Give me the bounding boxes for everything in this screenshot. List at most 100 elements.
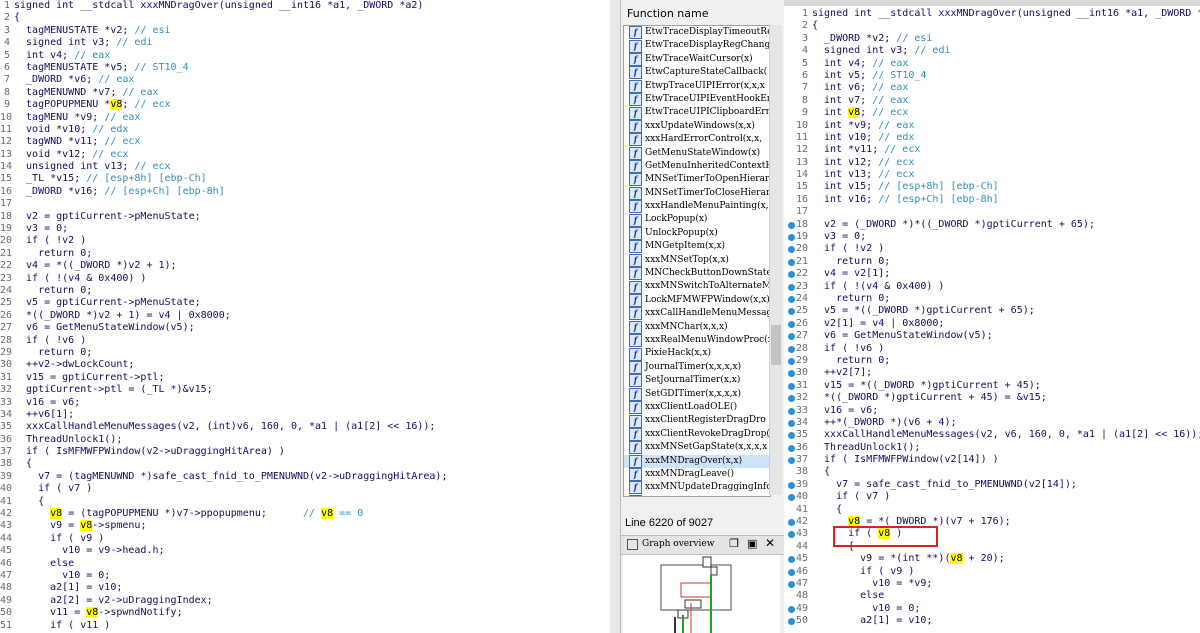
right-code-line[interactable]: 1 signed int __stdcall xxxMNDragOver(unsi… [784, 8, 1200, 20]
left-code-line[interactable]: 29 return 0; [0, 347, 610, 359]
right-code-line[interactable]: 13 int v12; // ecx [784, 157, 1200, 169]
left-code-line[interactable]: 35 xxxCallHandleMenuMessages(v2, (int)v6… [0, 421, 610, 433]
function-list-item[interactable]: f xxxMNDragOver(x,x) [624, 454, 770, 468]
left-code-line[interactable]: 48 a2[1] = v10; [0, 582, 610, 594]
function-list-item[interactable]: f xxxHandleMenuPainting(x, [624, 200, 770, 214]
function-list-item[interactable]: f EtwTraceDisplayRegChange [624, 39, 770, 53]
scrollbar-thumb[interactable] [771, 325, 781, 365]
left-code-line[interactable]: 25 v5 = gptiCurrent->pMenuState; [0, 297, 610, 309]
breakpoint-dot-icon[interactable] [788, 605, 795, 613]
left-code-line[interactable]: 38 { [0, 458, 610, 470]
left-code-line[interactable]: 7 _DWORD *v6; // eax [0, 74, 610, 86]
right-code-line[interactable]: 27 v6 = GetMenuStateWindow(v5); [784, 330, 1200, 342]
right-code-line[interactable]: 32 *((_DWORD *)gptiCurrent + 45) = &v15; [784, 392, 1200, 404]
function-list-item[interactable]: f xxxMNUpdateDraggingInfo( [624, 481, 770, 495]
left-code-line[interactable]: 16 _DWORD *v16; // [esp+Ch] [ebp-8h] [0, 186, 610, 198]
function-list-item[interactable]: f xxxHardErrorControl(x,x, [624, 133, 770, 147]
function-list-item[interactable]: f xxxUpdateWindows(x,x) [624, 119, 770, 133]
function-list-item[interactable]: f xxxMNSetTop(x,x) [624, 253, 770, 267]
function-list-item[interactable]: f xxxCallHandleMenuMessage [624, 307, 770, 321]
left-code-line[interactable]: 19 v3 = 0; [0, 223, 610, 235]
function-list-item[interactable]: f EtwpTraceUIPIError(x,x,x [624, 79, 770, 93]
left-code-line[interactable]: 9 tagPOPUPMENU *v8; // ecx [0, 99, 610, 111]
breakpoint-dot-icon[interactable] [788, 283, 795, 291]
right-code-line[interactable]: 6 int v5; // ST10_4 [784, 70, 1200, 82]
breakpoint-dot-icon[interactable] [788, 407, 795, 415]
left-code-line[interactable]: 51 if ( v11 ) [0, 620, 610, 632]
functions-window[interactable]: Function name f EtwTraceDisplayTimeoutRe f… [620, 0, 785, 633]
right-code-line[interactable]: 12 int *v11; // ecx [784, 144, 1200, 156]
function-list-item[interactable]: f UnlockPopup(x) [624, 227, 770, 241]
left-code-line[interactable]: 45 v10 = v9->head.h; [0, 545, 610, 557]
right-code-line[interactable]: 31 v15 = *((_DWORD *)gptiCurrent + 45); [784, 380, 1200, 392]
right-code-line[interactable]: 40 if ( v7 ) [784, 491, 1200, 503]
right-code-line[interactable]: 33 v16 = v6; [784, 405, 1200, 417]
float-icon[interactable]: ▣ [747, 537, 757, 550]
left-code-line[interactable]: 20 if ( !v2 ) [0, 235, 610, 247]
functions-header[interactable]: Function name [627, 7, 784, 25]
restore-icon[interactable]: ❐ [729, 537, 739, 550]
right-code-line[interactable]: 30 ++v2[7]; [784, 367, 1200, 379]
left-code-line[interactable]: 3 tagMENUSTATE *v2; // esi [0, 25, 610, 37]
function-list-item[interactable]: f EtwTraceUIPIEventHookErr [624, 93, 770, 107]
left-code-line[interactable]: 24 return 0; [0, 285, 610, 297]
breakpoint-dot-icon[interactable] [788, 382, 795, 390]
left-code-line[interactable]: 11 void *v10; // edx [0, 124, 610, 136]
left-code-line[interactable]: 41 { [0, 496, 610, 508]
function-list-item[interactable]: f PixieHack(x,x) [624, 347, 770, 361]
function-list-item[interactable]: f xxxMNSetGapState(x,x,x,x [624, 441, 770, 455]
left-code-line[interactable]: 17 [0, 198, 610, 210]
left-code-line[interactable]: 46 else [0, 558, 610, 570]
left-code-line[interactable]: 18 v2 = gptiCurrent->pMenuState; [0, 211, 610, 223]
breakpoint-dot-icon[interactable] [788, 580, 795, 588]
left-code-line[interactable]: 23 if ( !(v4 & 0x400) ) [0, 273, 610, 285]
function-list-item[interactable]: f LockMFMWFPWindow(x,x) [624, 294, 770, 307]
function-list-item[interactable]: f EtwTraceUIPIClipboardErr [624, 106, 770, 120]
right-code-line[interactable]: 29 return 0; [784, 355, 1200, 367]
function-list-item[interactable]: f xxxClientRegisterDragDro [624, 414, 770, 428]
right-code-line[interactable]: 38 { [784, 466, 1200, 478]
pseudocode-view-left[interactable]: 1 signed int __stdcall xxxMNDragOver(unsi… [0, 0, 611, 633]
right-code-line[interactable]: 18 v2 = (_DWORD *)*((_DWORD *)gptiCurren… [784, 219, 1200, 231]
left-code-line[interactable]: 26 *((_DWORD *)v2 + 1) = v4 | 0x8000; [0, 310, 610, 322]
left-code-line[interactable]: 6 tagMENUSTATE *v5; // ST10_4 [0, 62, 610, 74]
right-code-line[interactable]: 47 v10 = *v9; [784, 578, 1200, 590]
right-code-line[interactable]: 7 int v6; // eax [784, 82, 1200, 94]
left-code-line[interactable]: 37 if ( IsMFMWFPWindow(v2->uDraggingHitA… [0, 446, 610, 458]
right-code-line[interactable]: 46 if ( v9 ) [784, 566, 1200, 578]
right-code-line[interactable]: 21 return 0; [784, 256, 1200, 268]
left-code-line[interactable]: 2{ [0, 12, 610, 24]
breakpoint-dot-icon[interactable] [788, 481, 795, 489]
left-code-line[interactable]: 28 if ( !v6 ) [0, 335, 610, 347]
right-code-line[interactable]: 23 if ( !(v4 & 0x400) ) [784, 281, 1200, 293]
function-list-item[interactable]: f MNSetTimerToOpenHierarch [624, 173, 770, 187]
left-code-line[interactable]: 15 _TL *v15; // [esp+8h] [ebp-Ch] [0, 173, 610, 185]
breakpoint-dot-icon[interactable] [788, 345, 795, 353]
function-list[interactable]: f EtwTraceDisplayTimeoutRe f EtwTraceDispla… [623, 25, 771, 497]
function-list-item[interactable]: f xxxClientRevokeDragDrop( [624, 427, 770, 441]
left-code-line[interactable]: 21 return 0; [0, 248, 610, 260]
function-list-item[interactable]: f xxxMNChar(x,x,x) [624, 320, 770, 334]
function-list-item[interactable]: f SetJournalTimer(x,x) [624, 374, 770, 388]
left-code-line[interactable]: 22 v4 = *((_DWORD *)v2 + 1); [0, 260, 610, 272]
breakpoint-dot-icon[interactable] [788, 444, 795, 452]
right-code-line[interactable]: 16 int v16; // [esp+Ch] [ebp-8h] [784, 194, 1200, 206]
function-list-item[interactable]: f EtwTraceDisplayTimeoutRe [624, 26, 770, 40]
left-code-line[interactable]: 1 signed int __stdcall xxxMNDragOver(unsi… [0, 0, 610, 12]
right-code-line[interactable]: 5 int v4; // eax [784, 58, 1200, 70]
function-list-item[interactable]: f JournalTimer(x,x,x,x) [624, 360, 770, 374]
function-list-item[interactable]: f MNSetTimerToCloseHierarc [624, 186, 770, 200]
right-code-line[interactable]: 26 v2[1] = v4 | 0x8000; [784, 318, 1200, 330]
right-code-line[interactable]: 17 [784, 206, 1200, 218]
function-list-item[interactable]: f xxxMNSwitchToAlternateMe [624, 280, 770, 294]
left-code-line[interactable]: 13 void *v12; // ecx [0, 149, 610, 161]
graph-overview-canvas[interactable] [623, 555, 780, 633]
splitter[interactable] [610, 0, 620, 633]
breakpoint-dot-icon[interactable] [788, 221, 795, 229]
right-code-line[interactable]: 49 v10 = 0; [784, 603, 1200, 615]
function-list-item[interactable]: fPsrosTrueOnLightIdx(x) [624, 494, 770, 496]
breakpoint-dot-icon[interactable] [788, 419, 795, 427]
right-code-line[interactable]: 37 if ( IsMFMWFPWindow(v2[14]) ) [784, 454, 1200, 466]
left-code-line[interactable]: 14 unsigned int v13; // ecx [0, 161, 610, 173]
right-code-line[interactable]: 10 int *v9; // eax [784, 120, 1200, 132]
